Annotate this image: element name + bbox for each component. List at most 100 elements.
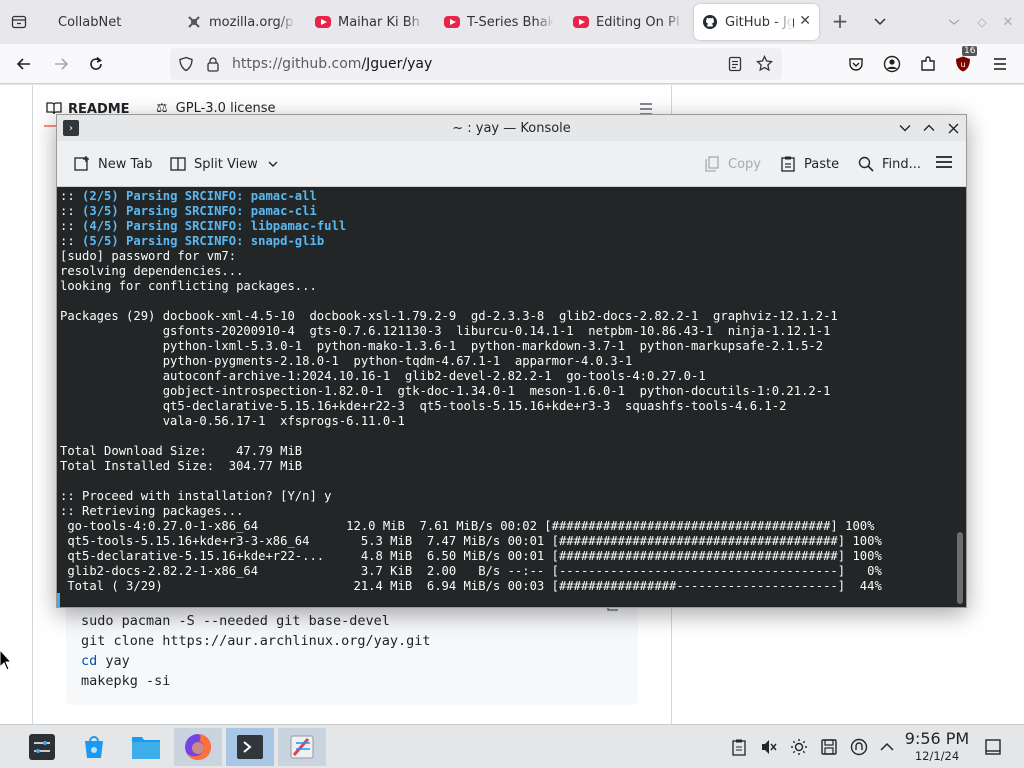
hamburger-menu-icon[interactable] [935,155,953,169]
terminal-view[interactable]: :: (2/5) Parsing SRCINFO: pamac-all:: (3… [57,187,966,607]
tab-list-icon[interactable] [9,12,29,32]
dolphin-icon[interactable] [124,728,168,766]
find-button[interactable]: Find... [857,155,921,173]
new-tab-button[interactable]: New Tab [73,155,153,173]
taskbar: 9:56 PM 12/1/24 [0,724,1024,768]
terminal-cursor [57,593,60,607]
konsole-app-icon[interactable]: › [63,120,79,136]
chevron-down-icon[interactable] [268,157,278,172]
terminal-highlight: (4/5) Parsing SRCINFO: libpamac-full [82,219,347,233]
browser-nav-bar: https://github.com/Jguer/yay u 16 [0,44,1024,84]
new-tab-icon [73,155,91,173]
hamburger-menu-icon[interactable] [988,52,1012,76]
paste-icon [779,155,797,173]
close-window-icon[interactable]: ✕ [998,12,1018,32]
discover-icon[interactable] [72,728,116,766]
divider [32,85,33,725]
browser-tab-bar: CollabNet mozilla.org/p Maihar Ki Bh T-S… [0,0,1024,44]
save-drive-icon[interactable] [820,738,838,756]
copy-label: Copy [728,156,761,172]
terminal-highlight: (5/5) Parsing SRCINFO: snapd-glib [82,234,325,248]
maximize-window-icon[interactable]: ◇ [972,12,992,32]
code-line: git clone https://aur.archlinux.org/yay.… [81,633,431,649]
new-tab-label: New Tab [98,156,153,172]
forward-arrow-icon[interactable] [49,52,73,76]
terminal-highlight: (2/5) Parsing SRCINFO: pamac-all [82,189,317,203]
account-icon[interactable] [880,52,904,76]
terminal-output: :: (2/5) Parsing SRCINFO: pamac-all:: (3… [60,189,882,594]
list-all-tabs-icon[interactable] [869,11,891,33]
terminal-line: python-lxml-5.3.0-1 python-mako-1.3.6-1 … [60,339,824,353]
github-icon [702,14,718,30]
terminal-line: :: Retrieving packages... [60,504,244,518]
pocket-icon[interactable] [844,52,868,76]
terminal-line: Total Installed Size: 304.77 MiB [60,459,303,473]
paste-label: Paste [804,156,840,172]
split-view-button[interactable]: Split View [169,155,278,173]
extension-badge: 16 [962,46,978,56]
tab-mozilla[interactable]: mozilla.org/p [186,4,296,40]
show-desktop-icon[interactable] [984,738,1002,756]
maximize-icon[interactable] [919,118,939,138]
terminal-prefix: :: [60,234,83,248]
copy-button[interactable]: Copy [703,155,761,173]
terminal-line: gsfonts-20200910-4 gts-0.7.6.121130-3 li… [60,324,831,338]
konsole-titlebar[interactable]: › ~ : yay — Konsole [57,115,966,141]
terminal-scrollbar[interactable] [957,532,963,604]
terminal-line: resolving dependencies... [60,264,244,278]
search-icon [857,155,875,173]
tab-collabnet[interactable]: CollabNet [50,4,170,40]
new-tab-icon[interactable]: + [829,9,851,33]
terminal-line: Total Download Size: 47.79 MiB [60,444,303,458]
tab-maihar[interactable]: Maihar Ki Bh [315,4,425,40]
terminal-prefix: :: [60,204,83,218]
volume-muted-icon[interactable] [760,738,778,756]
back-arrow-icon[interactable] [12,52,36,76]
konsole-icon[interactable] [226,728,274,766]
clipboard-icon[interactable] [730,738,748,756]
reader-view-icon[interactable] [728,56,742,76]
svg-text:u: u [960,60,965,69]
reload-icon[interactable] [84,52,108,76]
clock-date[interactable]: 12/1/24 [904,749,970,763]
ublock-origin-icon[interactable]: u 16 [951,46,978,76]
minimize-icon[interactable] [895,118,915,138]
close-tab-icon[interactable]: ✕ [799,13,811,29]
split-view-label: Split View [194,156,258,172]
terminal-line: :: (3/5) Parsing SRCINFO: pamac-cli [60,204,882,219]
url-text[interactable]: https://github.com/Jguer/yay [232,56,432,72]
chevron-up-icon[interactable] [878,738,896,756]
tab-github[interactable]: GitHub - Jg ✕ [694,4,819,40]
copy-icon [703,155,721,173]
code-line: sudo pacman -S --needed git base-devel [81,613,390,629]
minimize-window-icon[interactable] [944,12,964,32]
url-host: https://github.com [232,56,362,72]
terminal-line: Total ( 3/29) 21.4 MiB 6.94 MiB/s 00:03 … [60,579,882,593]
updates-icon[interactable] [850,738,868,756]
kate-icon[interactable] [278,728,326,766]
clock-time[interactable]: 9:56 PM [904,729,970,748]
terminal-prefix: :: [60,219,83,233]
paste-button[interactable]: Paste [779,155,839,173]
lock-icon[interactable] [206,56,220,76]
tracking-shield-icon[interactable] [178,56,194,76]
tab-tseries[interactable]: T-Series Bhak [444,4,554,40]
code-block: sudo pacman -S --needed git base-devel g… [66,596,638,705]
mozilla-icon [186,14,202,30]
terminal-line: vala-0.56.17-1 xfsprogs-6.11.0-1 [60,414,405,428]
url-bar[interactable]: https://github.com/Jguer/yay [170,48,782,80]
tab-editing[interactable]: Editing On PI [573,4,683,40]
terminal-line: autoconf-archive-1:2024.10.16-1 glib2-de… [60,369,706,383]
firefox-icon[interactable] [174,728,222,766]
book-icon [46,102,62,115]
terminal-line: :: (2/5) Parsing SRCINFO: pamac-all [60,189,882,204]
terminal-line: [sudo] password for vm7: [60,249,237,263]
extensions-icon[interactable] [916,52,940,76]
application-launcher-icon[interactable] [20,728,64,766]
close-icon[interactable] [943,118,963,138]
bookmark-star-icon[interactable] [756,54,773,76]
terminal-highlight: (3/5) Parsing SRCINFO: pamac-cli [82,204,317,218]
brightness-icon[interactable] [790,738,808,756]
